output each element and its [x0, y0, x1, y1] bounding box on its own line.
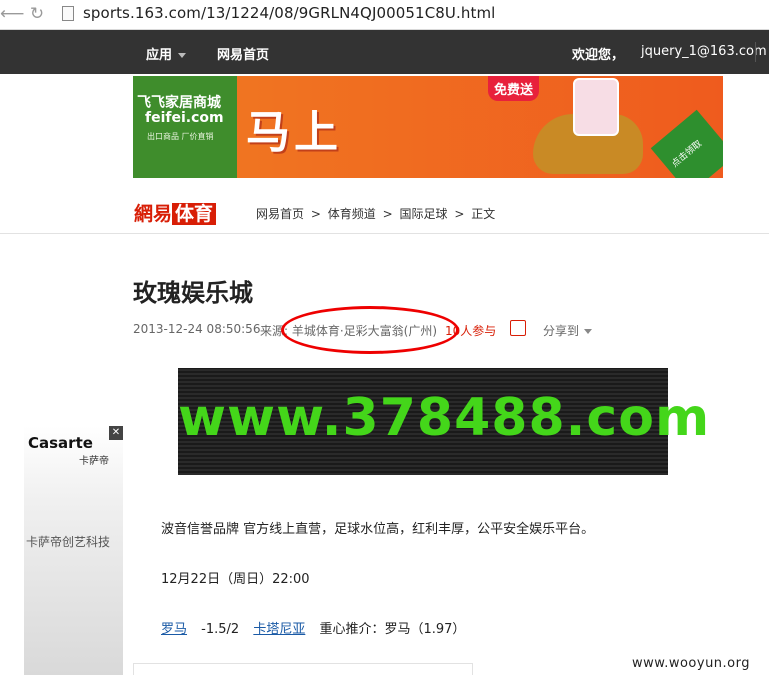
image-domain-text: www.378488.com [178, 388, 711, 448]
reload-icon[interactable]: ↻ [27, 4, 47, 24]
article-title: 玫瑰娱乐城 [133, 279, 253, 307]
breadcrumb-current: 正文 [471, 207, 496, 221]
content-box [133, 663, 473, 675]
close-icon[interactable]: ✕ [109, 426, 123, 440]
breadcrumb-home[interactable]: 网易首页 [256, 207, 304, 221]
banner-headline: 马上 [246, 107, 342, 158]
side-ad-slogan: 卡萨帝创艺科技 [26, 535, 111, 549]
banner-brand-panel: 飞飞家居商城 feifei.com 出口商品 厂价直销 [133, 76, 237, 178]
page-icon [62, 6, 74, 21]
article-paragraph: 波音信誉品牌 官方线上直营，足球水位高，红利丰厚，公平安全娱乐平台。 [161, 522, 595, 537]
user-account-link[interactable]: jquery_1@163.com [641, 44, 767, 59]
caret-down-icon [584, 329, 593, 334]
share-label: 分享到 [543, 324, 580, 338]
claim-badge[interactable]: 点击领取 [650, 109, 723, 178]
team-home-link[interactable]: 罗马 [161, 622, 187, 637]
banner-brand-tagline: 出口商品 厂价直销 [147, 132, 214, 141]
welcome-text: 欢迎您， [572, 48, 625, 63]
banner-brand-domain: feifei.com [145, 110, 224, 126]
apps-menu[interactable]: 应用 [146, 44, 187, 63]
netease-sports-logo[interactable]: 網易 体育 [134, 199, 217, 225]
recommendation: 重心推介：罗马（1.97） [319, 622, 466, 637]
breadcrumb-separator: > [454, 207, 465, 221]
watermark: www.wooyun.org [632, 656, 751, 671]
back-arrow-icon[interactable]: ⟵ [0, 4, 24, 24]
logo-netease: 網易 [134, 203, 173, 225]
gambling-site-image: www.378488.com [178, 368, 711, 475]
handicap: -1.5/2 [201, 622, 240, 637]
breadcrumb-sports[interactable]: 体育频道 [328, 207, 376, 221]
share-menu[interactable]: 分享到 [543, 322, 593, 339]
header-divider [0, 233, 769, 234]
breadcrumb-separator: > [382, 207, 393, 221]
match-time: 12月22日（周日）22:00 [161, 572, 310, 587]
product-cup-image [573, 78, 619, 136]
side-ad[interactable]: ✕ Casarte 卡萨帝 卡萨帝创艺科技 [24, 426, 123, 675]
free-gift-tag: 免费送 [488, 76, 540, 101]
url-field[interactable]: sports.163.com/13/1224/08/9GRLN4QJ00051C… [83, 4, 495, 22]
banner-ad[interactable]: 飞飞家居商城 feifei.com 出口商品 厂价直销 马上 免费送 点击领取 [133, 76, 723, 178]
caret-down-icon [178, 53, 187, 58]
banner-brand-name: 飞飞家居商城 [137, 95, 221, 111]
nav-divider [755, 42, 756, 62]
netease-home-link[interactable]: 网易首页 [217, 44, 269, 63]
breadcrumb-intl-football[interactable]: 国际足球 [399, 207, 447, 221]
side-ad-brand-cn: 卡萨帝 [79, 456, 109, 467]
publish-date: 2013-12-24 08:50:56 [133, 322, 261, 336]
logo-sports: 体育 [172, 203, 217, 225]
match-line: 罗马 -1.5/2 卡塔尼亚 重心推介：罗马（1.97） [161, 618, 465, 637]
apps-menu-label: 应用 [146, 48, 173, 63]
edit-icon[interactable] [510, 320, 526, 336]
breadcrumb: 网易首页 > 体育频道 > 国际足球 > 正文 [256, 205, 498, 222]
red-highlight-ellipse [281, 306, 459, 354]
side-ad-brand: Casarte [28, 434, 93, 452]
browser-address-bar: ⟵ ↻ sports.163.com/13/1224/08/9GRLN4QJ00… [0, 0, 769, 30]
team-away-link[interactable]: 卡塔尼亚 [253, 622, 305, 637]
site-top-nav: 应用 网易首页 欢迎您， jquery_1@163.com [0, 30, 769, 74]
breadcrumb-separator: > [310, 207, 321, 221]
